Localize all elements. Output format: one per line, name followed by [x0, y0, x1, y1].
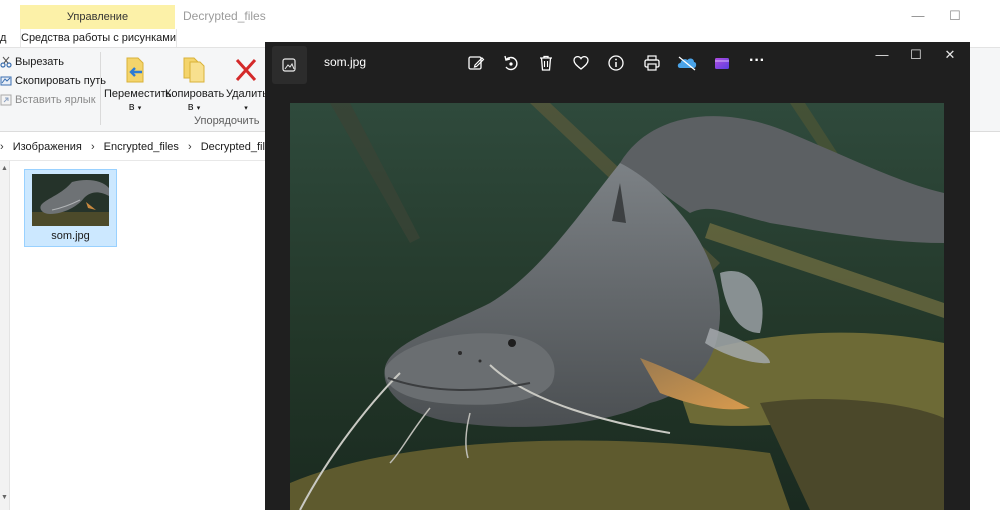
print-icon	[644, 55, 660, 71]
catfish-image	[290, 103, 944, 510]
catfish-photo	[290, 103, 944, 510]
chevron-down-icon: ▾	[244, 105, 248, 112]
paste-shortcut-button[interactable]: Вставить ярлык	[0, 91, 96, 109]
cut-label: Вырезать	[15, 56, 64, 68]
delete-icon	[540, 55, 552, 71]
breadcrumb-item[interactable]: Encrypted_files	[104, 141, 179, 153]
photo-viewer-window: som.jpg ··· — ☐ ✕	[265, 42, 970, 510]
info-button[interactable]	[605, 54, 627, 74]
photos-app-icon	[282, 58, 296, 72]
favorite-button[interactable]	[570, 54, 592, 74]
ribbon-separator	[100, 52, 101, 125]
explorer-minimize-button[interactable]: —	[906, 8, 930, 23]
viewer-file-title: som.jpg	[324, 55, 367, 69]
photos-app-button[interactable]	[272, 46, 307, 84]
video-editor-icon	[715, 58, 729, 69]
file-item[interactable]: som.jpg	[24, 169, 117, 247]
chevron-right-icon[interactable]: ›	[91, 141, 95, 153]
chevron-right-icon: ›	[0, 141, 4, 153]
copy-to-button[interactable]: Копировать в ▾	[165, 56, 225, 115]
divider	[0, 160, 265, 161]
scroll-down-icon[interactable]: ▼	[1, 494, 8, 501]
copy-path-icon	[0, 75, 12, 87]
edit-image-button[interactable]	[465, 54, 487, 74]
onedrive-button[interactable]	[676, 54, 698, 74]
more-options-button[interactable]: ···	[746, 52, 768, 74]
scissors-icon	[0, 56, 12, 68]
copy-path-button[interactable]: Скопировать путь	[0, 72, 106, 90]
onedrive-icon	[677, 56, 697, 71]
edit-icon	[468, 56, 485, 70]
viewer-minimize-button[interactable]: —	[872, 47, 892, 65]
chevron-down-icon: ▾	[196, 105, 201, 112]
scroll-up-icon[interactable]: ▲	[1, 165, 8, 172]
video-editor-button[interactable]	[711, 54, 733, 74]
favorite-icon	[573, 55, 589, 70]
delete-image-button[interactable]	[535, 54, 557, 74]
organize-group-label: Упорядочить	[194, 115, 260, 127]
explorer-maximize-button[interactable]: ☐	[943, 8, 967, 24]
cut-button[interactable]: Вырезать	[0, 53, 64, 71]
delete-x-icon	[235, 58, 257, 82]
print-button[interactable]	[641, 54, 663, 74]
copy-to-label-2: в	[187, 101, 194, 113]
ribbon-tab-fragment[interactable]: д	[0, 29, 10, 47]
viewer-close-button[interactable]: ✕	[940, 47, 960, 65]
file-thumbnail	[32, 174, 109, 226]
viewer-maximize-button[interactable]: ☐	[906, 47, 926, 65]
chevron-down-icon: ▾	[137, 105, 142, 112]
rotate-icon	[504, 55, 518, 71]
delete-button[interactable]: Удалить ▾	[226, 56, 268, 115]
ribbon-tab-picture-tools[interactable]: Средства работы с рисунками	[20, 29, 177, 47]
copy-to-icon	[183, 57, 205, 83]
move-to-icon	[126, 57, 144, 83]
file-name: som.jpg	[51, 230, 90, 242]
paste-shortcut-label: Вставить ярлык	[15, 94, 96, 106]
delete-label: Удалить	[226, 88, 268, 100]
copy-path-label: Скопировать путь	[15, 75, 106, 87]
ribbon-tab-manage[interactable]: Управление	[20, 5, 175, 29]
breadcrumb-item[interactable]: Изображения	[13, 141, 82, 153]
more-icon: ···	[749, 52, 765, 69]
move-to-label: Переместить	[104, 88, 172, 100]
explorer-window-title: Decrypted_files	[183, 9, 266, 23]
move-to-button[interactable]: Переместить в ▾	[104, 56, 172, 115]
copy-to-label: Копировать	[165, 88, 225, 100]
shortcut-icon	[0, 94, 12, 106]
info-icon	[608, 55, 624, 71]
nav-pane-scrollbar[interactable]	[0, 161, 10, 510]
chevron-right-icon[interactable]: ›	[188, 141, 192, 153]
move-to-label-2: в	[128, 101, 135, 113]
rotate-button[interactable]	[500, 54, 522, 74]
